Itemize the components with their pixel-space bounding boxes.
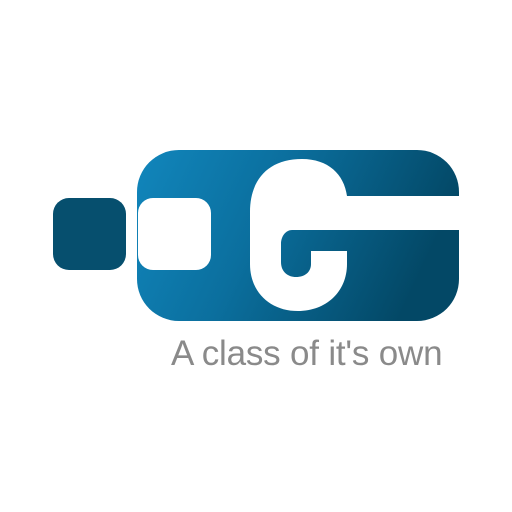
logo-dark-square [53, 198, 126, 270]
brand-g-logo-icon [53, 150, 459, 321]
logo-canvas: A class of it's own [0, 0, 512, 512]
logo-white-square [138, 198, 211, 270]
tagline-text: A class of it's own [171, 334, 443, 373]
